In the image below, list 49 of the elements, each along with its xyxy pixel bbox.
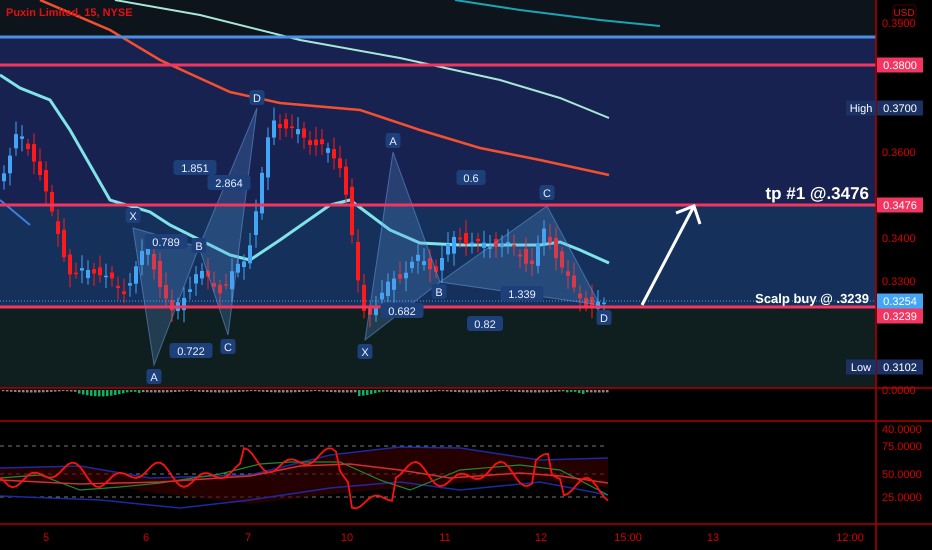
pattern-label: B — [432, 284, 446, 299]
pattern-label: 0.789 — [144, 234, 188, 249]
pattern-label: B — [192, 238, 206, 253]
pattern-label: C — [540, 185, 554, 200]
price-label: 0.3800 — [877, 58, 923, 72]
pattern-label: C — [220, 339, 236, 354]
arrow-icon — [640, 204, 702, 306]
axis-label: 0.3900 — [882, 18, 916, 30]
pattern-label: D — [250, 90, 264, 105]
price-label: 0.3476 — [877, 198, 923, 212]
axis-label: 0.3400 — [882, 233, 916, 245]
pattern-label: 0.6 — [456, 170, 486, 185]
axis-label: 5 — [42, 532, 50, 544]
axis-label: 0.0000 — [882, 385, 916, 397]
axis-label: 75.0000 — [882, 441, 922, 453]
axis-label: 40.0000 — [882, 424, 922, 436]
price-label: 0.3102 — [877, 360, 923, 374]
axis-label: 10 — [340, 532, 354, 544]
pattern-label: 2.864 — [208, 175, 250, 190]
axis-label: 7 — [244, 532, 252, 544]
trend-line — [0, 199, 31, 226]
axis-label: 15:00 — [614, 532, 642, 544]
pattern-label: D — [596, 310, 612, 325]
marker-label: Low — [846, 360, 876, 374]
price-label: 0.3254 — [877, 294, 923, 308]
pattern-label: 0.722 — [170, 343, 212, 358]
pattern-label: 1.851 — [174, 160, 216, 175]
price-label: 0.3700 — [877, 100, 923, 116]
annotation-text: tp #1 @.3476 — [765, 184, 869, 203]
axis-label: 6 — [142, 532, 150, 544]
price-label: 0.3239 — [877, 308, 923, 324]
pattern-label: 0.82 — [467, 316, 503, 331]
marker-label: High — [846, 100, 876, 116]
pattern-label: A — [386, 133, 400, 148]
pattern-label: X — [358, 344, 372, 359]
axis-label: 12 — [534, 532, 548, 544]
pattern-label: 1.339 — [500, 286, 544, 301]
pattern-label: X — [126, 208, 140, 223]
annotation-text: Scalp buy @ .3239 — [755, 291, 869, 306]
axis-label: 0.3600 — [882, 147, 916, 159]
axis-label: 50.0000 — [882, 469, 922, 481]
axis-label: 0.3300 — [882, 276, 916, 288]
pattern-label: A — [146, 369, 162, 384]
pattern-label: 0.682 — [380, 303, 424, 318]
axis-label: 12:00 — [836, 532, 864, 544]
currency-label: USD — [892, 4, 916, 20]
axis-label: 13 — [706, 532, 720, 544]
axis-label: 25.0000 — [882, 492, 922, 504]
axis-label: 11 — [439, 532, 451, 544]
